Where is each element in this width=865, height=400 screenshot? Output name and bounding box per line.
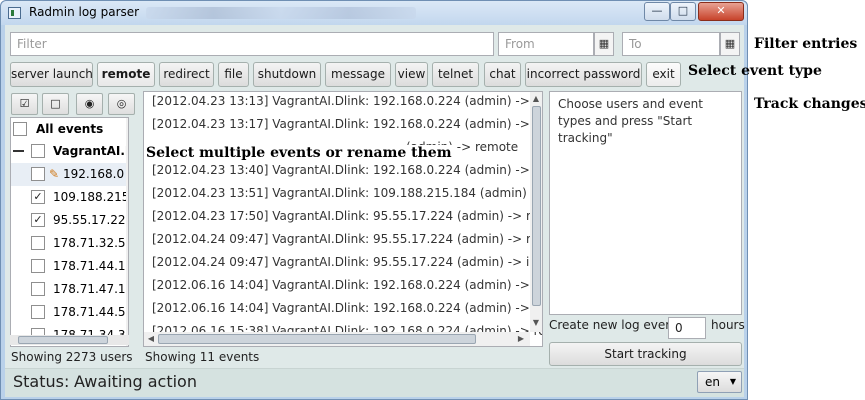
status-bar: Status: Awaiting action en ▼ bbox=[5, 368, 744, 397]
event-row[interactable]: [2012.06.16 14:04] VagrantAI.Dlink: 192.… bbox=[152, 297, 542, 320]
collapse-users-icon[interactable]: ◎ bbox=[108, 93, 135, 115]
app-window: Radmin log parser — □ ✕ Filter From ▦ To… bbox=[0, 0, 748, 400]
users-count: Showing 2273 users bbox=[11, 350, 133, 364]
event-type-button-telnet[interactable]: telnet bbox=[432, 62, 479, 87]
tree-user-item[interactable]: 178.71.32.55 bbox=[11, 232, 129, 255]
annotation-select-event-type: Select event type bbox=[688, 63, 822, 79]
tree-hscrollbar[interactable] bbox=[10, 335, 129, 345]
events-list[interactable]: [2012.04.23 13:13] VagrantAI.Dlink: 192.… bbox=[143, 91, 543, 347]
tree-user-item[interactable]: 178.71.44.19 bbox=[11, 255, 129, 278]
events-hscroll-thumb[interactable] bbox=[158, 334, 476, 344]
users-tree[interactable]: All events VagrantAI.D ✎ 192.168.0 ✓ 109.18… bbox=[10, 117, 129, 347]
event-type-button-message[interactable]: message bbox=[325, 62, 391, 87]
event-row[interactable]: [2012.04.23 13:13] VagrantAI.Dlink: 192.… bbox=[152, 92, 542, 113]
tree-user-item[interactable]: 178.71.47.12 bbox=[11, 278, 129, 301]
event-row[interactable]: [2012.06.16 14:04] VagrantAI.Dlink: 192.… bbox=[152, 274, 542, 297]
event-row[interactable]: [2012.04.23 13:51] VagrantAI.Dlink: 109.… bbox=[152, 182, 542, 205]
title-bar[interactable]: Radmin log parser — □ ✕ bbox=[1, 1, 747, 25]
user-checkbox[interactable] bbox=[31, 305, 45, 319]
tree-user-item[interactable]: ✓ 95.55.17.224 bbox=[11, 209, 129, 232]
blurred-title-region bbox=[146, 7, 416, 19]
user-label: 95.55.17.224 bbox=[53, 213, 129, 227]
language-value: en bbox=[705, 375, 720, 389]
tracking-message: Choose users and event types and press "… bbox=[558, 97, 703, 145]
language-select[interactable]: en ▼ bbox=[697, 371, 742, 393]
status-label: Status: bbox=[13, 372, 70, 391]
event-type-button-redirect[interactable]: redirect bbox=[159, 62, 214, 87]
tree-hscroll-thumb[interactable] bbox=[18, 336, 108, 344]
event-row[interactable]: [2012.04.23 13:40] VagrantAI.Dlink: 192.… bbox=[152, 159, 542, 182]
tree-scrollbar[interactable] bbox=[126, 118, 128, 346]
all-events-label: All events bbox=[36, 122, 104, 136]
pencil-icon: ✎ bbox=[49, 167, 60, 181]
event-type-button-file[interactable]: file bbox=[218, 62, 249, 87]
to-calendar-icon[interactable]: ▦ bbox=[720, 32, 740, 56]
hours-input[interactable]: 0 bbox=[668, 317, 706, 339]
expand-users-icon[interactable]: ◉ bbox=[76, 93, 103, 115]
group-label: VagrantAI.D bbox=[53, 144, 129, 158]
events-vscrollbar[interactable]: ▲ ▼ bbox=[530, 92, 542, 332]
scroll-down-icon[interactable]: ▼ bbox=[531, 318, 541, 327]
from-calendar-icon[interactable]: ▦ bbox=[594, 32, 614, 56]
group-checkbox[interactable] bbox=[31, 144, 45, 158]
user-checkbox[interactable] bbox=[31, 282, 45, 296]
tree-user-item[interactable]: ✎ 192.168.0 bbox=[11, 163, 126, 186]
tree-group[interactable]: VagrantAI.D bbox=[11, 140, 128, 163]
user-checkbox[interactable]: ✓ bbox=[31, 190, 45, 204]
events-count: Showing 11 events bbox=[145, 350, 260, 364]
user-label: 192.168.0 bbox=[63, 167, 125, 181]
user-label: 178.71.32.55 bbox=[53, 236, 129, 250]
event-type-button-remote[interactable]: remote bbox=[97, 62, 155, 87]
uncheck-all-icon[interactable]: □ bbox=[42, 93, 69, 115]
user-checkbox[interactable]: ✓ bbox=[31, 213, 45, 227]
user-checkbox[interactable] bbox=[31, 236, 45, 250]
maximize-button[interactable]: □ bbox=[670, 2, 696, 21]
close-button[interactable]: ✕ bbox=[698, 2, 744, 21]
create-log-label: Create new log every bbox=[549, 318, 678, 332]
user-label: 178.71.44.19 bbox=[53, 259, 129, 273]
all-events-checkbox[interactable] bbox=[13, 122, 27, 136]
window-title: Radmin log parser bbox=[29, 5, 140, 19]
collapse-icon[interactable] bbox=[13, 150, 24, 152]
event-type-button-incorrect-password[interactable]: incorrect password bbox=[525, 62, 642, 87]
scroll-left-icon[interactable]: ◀ bbox=[146, 334, 156, 343]
from-date-input[interactable]: From bbox=[498, 32, 594, 56]
annotation-track-changes: Track changes bbox=[754, 96, 865, 112]
scroll-right-icon[interactable]: ▶ bbox=[516, 334, 526, 343]
user-label: 178.71.44.53 bbox=[53, 305, 129, 319]
chevron-down-icon: ▼ bbox=[729, 377, 736, 386]
event-type-button-view[interactable]: view bbox=[395, 62, 428, 87]
user-checkbox[interactable] bbox=[31, 167, 45, 181]
event-row[interactable]: [2012.04.24 09:47] VagrantAI.Dlink: 95.5… bbox=[152, 251, 542, 274]
event-row[interactable]: [2012.04.23 17:50] VagrantAI.Dlink: 95.5… bbox=[152, 205, 542, 228]
check-all-icon[interactable]: ☑ bbox=[11, 93, 38, 115]
to-date-input[interactable]: To bbox=[622, 32, 720, 56]
annotation-select-multiple: Select multiple events or rename them bbox=[144, 145, 454, 161]
tree-user-item[interactable]: ✓ 109.188.215. bbox=[11, 186, 129, 209]
tree-all-events[interactable]: All events bbox=[11, 118, 128, 141]
user-label: 178.71.47.12 bbox=[53, 282, 129, 296]
start-tracking-button[interactable]: Start tracking bbox=[549, 342, 742, 366]
minimize-button[interactable]: — bbox=[644, 2, 670, 21]
annotation-filter-entries: Filter entries bbox=[754, 36, 858, 52]
scroll-up-icon[interactable]: ▲ bbox=[531, 94, 541, 103]
user-label: 109.188.215. bbox=[53, 190, 129, 204]
exit-button[interactable]: exit bbox=[646, 62, 681, 87]
filter-input[interactable]: Filter bbox=[10, 32, 494, 56]
app-icon bbox=[8, 7, 21, 19]
tree-user-item[interactable]: 178.71.44.53 bbox=[11, 301, 129, 324]
event-type-button-server-launch[interactable]: server launch bbox=[10, 62, 93, 87]
events-hscrollbar[interactable]: ◀ ▶ bbox=[144, 332, 530, 346]
event-row[interactable]: [2012.04.23 13:17] VagrantAI.Dlink: 192.… bbox=[152, 113, 542, 136]
client-area: Filter From ▦ To ▦ server launch remote re… bbox=[5, 25, 745, 397]
tracking-panel: Choose users and event types and press "… bbox=[549, 91, 742, 315]
event-type-button-shutdown[interactable]: shutdown bbox=[253, 62, 321, 87]
event-row[interactable]: [2012.04.24 09:47] VagrantAI.Dlink: 95.5… bbox=[152, 228, 542, 251]
user-checkbox[interactable] bbox=[31, 259, 45, 273]
event-type-button-chat[interactable]: chat bbox=[484, 62, 521, 87]
events-vscroll-thumb[interactable] bbox=[532, 106, 541, 306]
status-value: Awaiting action bbox=[74, 372, 197, 391]
hours-label: hours bbox=[711, 318, 745, 332]
